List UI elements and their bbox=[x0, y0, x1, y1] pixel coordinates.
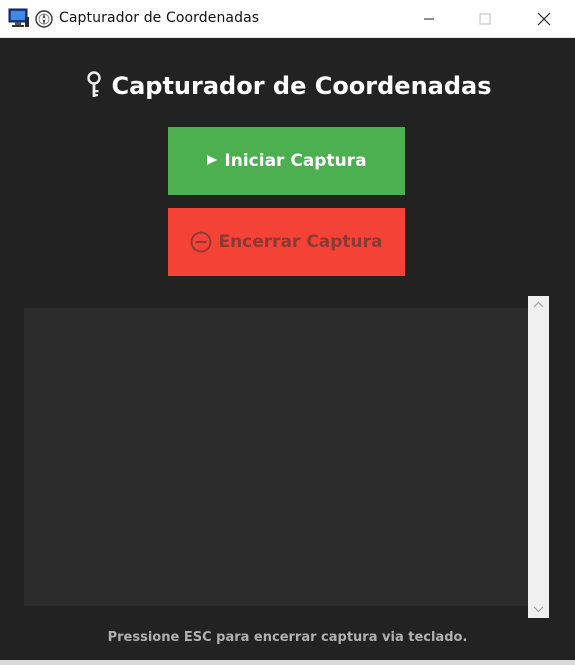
key-icon bbox=[83, 71, 105, 101]
log-output[interactable] bbox=[24, 308, 528, 606]
start-capture-label: Iniciar Captura bbox=[224, 151, 367, 171]
stop-capture-label: Encerrar Captura bbox=[218, 232, 383, 252]
page-title: Capturador de Coordenadas bbox=[0, 71, 575, 101]
no-entry-icon bbox=[190, 231, 212, 253]
close-button[interactable] bbox=[521, 0, 567, 38]
play-icon bbox=[206, 151, 218, 171]
computer-icon bbox=[8, 8, 30, 28]
minimize-button[interactable] bbox=[406, 0, 452, 38]
compass-icon bbox=[35, 10, 53, 28]
scroll-down-icon[interactable] bbox=[528, 601, 549, 618]
stop-capture-button[interactable]: Encerrar Captura bbox=[168, 208, 405, 276]
start-capture-button[interactable]: Iniciar Captura bbox=[168, 127, 405, 195]
window-title: Capturador de Coordenadas bbox=[59, 10, 260, 26]
title-bar: Capturador de Coordenadas bbox=[0, 0, 575, 38]
app-window: Capturador de Coordenadas Capturador de … bbox=[0, 0, 575, 665]
log-scrollbar[interactable] bbox=[528, 296, 549, 618]
footer-hint: Pressione ESC para encerrar captura via … bbox=[107, 630, 468, 645]
scroll-up-icon[interactable] bbox=[528, 296, 549, 313]
main-content: Capturador de Coordenadas Iniciar Captur… bbox=[0, 38, 575, 660]
page-title-text: Capturador de Coordenadas bbox=[111, 72, 492, 100]
maximize-button[interactable] bbox=[462, 0, 508, 38]
window-bottom-border bbox=[0, 660, 575, 665]
